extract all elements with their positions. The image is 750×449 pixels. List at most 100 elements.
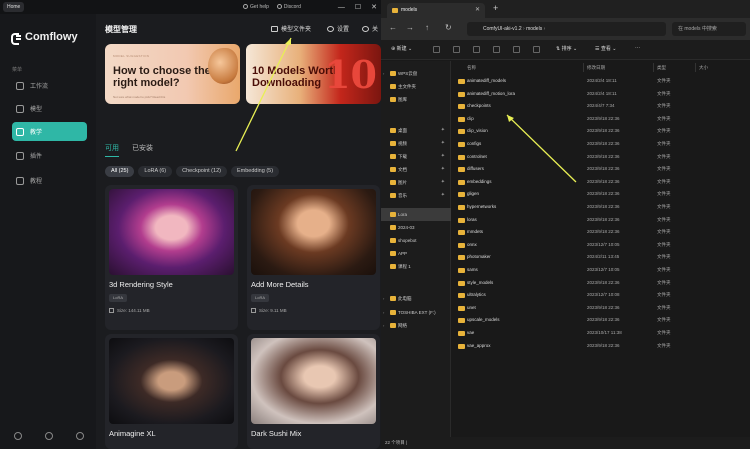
rename-icon[interactable] bbox=[493, 46, 500, 53]
close-tab-icon[interactable]: ✕ bbox=[475, 3, 480, 18]
expand-chevron-icon[interactable]: › bbox=[383, 319, 384, 332]
file-row[interactable]: configs 2023/9/18 22:36 文件夹 bbox=[452, 138, 750, 151]
breadcrumb-segment[interactable]: models bbox=[526, 26, 542, 32]
search-input[interactable]: 在 models 中搜索 bbox=[672, 22, 746, 36]
file-row[interactable]: sams 2023/12/7 10:05 文件夹 bbox=[452, 264, 750, 277]
column-separator[interactable] bbox=[653, 63, 654, 72]
file-row[interactable]: diffusers 2023/9/18 22:36 文件夹 bbox=[452, 163, 750, 176]
file-row[interactable]: loras 2023/9/18 22:36 文件夹 bbox=[452, 214, 750, 227]
file-row[interactable]: embeddings 2023/9/18 22:36 文件夹 bbox=[452, 176, 750, 189]
nav-item[interactable]: shopebot bbox=[381, 234, 451, 247]
nav-item[interactable]: 2024-03 bbox=[381, 221, 451, 234]
nav-item[interactable]: › 此电脑 bbox=[381, 292, 451, 305]
file-row[interactable]: clip 2023/9/18 22:36 文件夹 bbox=[452, 113, 750, 126]
model-card[interactable]: Animagine XL bbox=[105, 334, 238, 449]
discord-link[interactable]: Discord bbox=[276, 4, 301, 10]
filter-all[interactable]: All (25) bbox=[105, 166, 135, 177]
language-icon[interactable] bbox=[45, 432, 53, 440]
sidebar-item-models[interactable]: 模型 bbox=[12, 99, 87, 118]
column-header-size[interactable]: 大小 bbox=[699, 65, 708, 71]
file-row[interactable]: clip_vision 2023/9/18 22:36 文件夹 bbox=[452, 125, 750, 138]
app-tab[interactable]: Home bbox=[3, 2, 25, 12]
expand-chevron-icon[interactable]: › bbox=[383, 292, 384, 305]
nav-item[interactable]: 主文件夹 bbox=[381, 80, 451, 93]
file-row[interactable]: gligen 2023/9/18 22:36 文件夹 bbox=[452, 188, 750, 201]
maximize-icon[interactable]: ☐ bbox=[355, 3, 361, 11]
banner-choose-model[interactable]: MODEL SUGGESTION How to choose the right… bbox=[105, 44, 240, 104]
file-row[interactable]: upscale_models 2023/9/18 22:36 文件夹 bbox=[452, 314, 750, 327]
up-icon[interactable]: ↑ bbox=[425, 23, 429, 32]
column-separator[interactable] bbox=[695, 63, 696, 72]
sidebar-item-tutorial[interactable]: 教学 bbox=[12, 122, 87, 141]
nav-item[interactable]: › 网络 bbox=[381, 319, 451, 332]
expand-chevron-icon[interactable]: › bbox=[383, 67, 384, 80]
view-button[interactable]: ☰ 查看 ⌄ bbox=[595, 45, 616, 52]
new-button[interactable]: ⊕ 新建 ⌄ bbox=[391, 45, 412, 52]
column-separator[interactable] bbox=[583, 63, 584, 72]
file-row[interactable]: mmdets 2023/9/18 22:36 文件夹 bbox=[452, 226, 750, 239]
model-card[interactable]: Add More Details LoRA Size: 9.11 MB bbox=[247, 185, 380, 330]
filter-embedding[interactable]: Embedding (5) bbox=[230, 166, 280, 177]
address-bar[interactable]: ComfyUI-aki-v1.2 › models › bbox=[467, 22, 666, 36]
back-icon[interactable]: ← bbox=[389, 23, 397, 32]
expand-chevron-icon[interactable]: › bbox=[383, 306, 384, 319]
file-row[interactable]: ultralytics 2023/12/7 10:08 文件夹 bbox=[452, 289, 750, 302]
paste-icon[interactable] bbox=[473, 46, 480, 53]
file-row[interactable]: vae 2023/10/17 11:38 文件夹 bbox=[452, 327, 750, 340]
forward-icon[interactable]: → bbox=[406, 23, 414, 32]
file-row[interactable]: unet 2023/9/18 22:36 文件夹 bbox=[452, 302, 750, 315]
banner-models-worth-downloading[interactable]: 10 Models Worth Downloading 10 bbox=[246, 44, 381, 104]
sidebar-item-workflows[interactable]: 工作流 bbox=[12, 76, 87, 95]
file-row[interactable]: checkpoints 2024/4/7 7:34 文件夹 bbox=[452, 100, 750, 113]
notification-icon[interactable] bbox=[76, 432, 84, 440]
column-header-date[interactable]: 修改日期 bbox=[587, 65, 605, 71]
nav-item[interactable]: 图库 bbox=[381, 93, 451, 106]
sort-button[interactable]: ⇅ 排序 ⌄ bbox=[556, 45, 577, 52]
get-help-link[interactable]: Get help bbox=[243, 4, 269, 10]
nav-item[interactable]: 文档 ✦ bbox=[381, 163, 451, 176]
column-header-name[interactable]: 名称 bbox=[467, 65, 476, 71]
close-button[interactable]: 关 bbox=[362, 24, 378, 33]
tab-available[interactable]: 可用 bbox=[105, 143, 119, 157]
settings-button[interactable]: 设置 bbox=[327, 24, 349, 33]
file-row[interactable]: controlnet 2023/9/18 22:36 文件夹 bbox=[452, 151, 750, 164]
minimize-icon[interactable]: — bbox=[338, 4, 345, 11]
model-card[interactable]: 3d Rendering Style LoRA Size: 144.11 MB bbox=[105, 185, 238, 330]
explorer-tab[interactable]: models ✕ bbox=[387, 3, 485, 18]
nav-item[interactable]: 图片 ✦ bbox=[381, 176, 451, 189]
file-row[interactable]: vae_approx 2023/9/18 22:36 文件夹 bbox=[452, 340, 750, 353]
nav-item[interactable]: 桌面 ✦ bbox=[381, 124, 451, 137]
nav-item[interactable]: 音乐 ✦ bbox=[381, 189, 451, 202]
sidebar-item-lessons[interactable]: 教程 bbox=[12, 171, 87, 190]
model-folder-button[interactable]: 模型文件夹 bbox=[271, 24, 311, 33]
nav-item[interactable]: 下载 ✦ bbox=[381, 150, 451, 163]
file-row[interactable]: onnx 2023/12/7 10:05 文件夹 bbox=[452, 239, 750, 252]
file-row[interactable]: animatediff_models 2024/2/4 18:11 文件夹 bbox=[452, 75, 750, 88]
column-header-type[interactable]: 类型 bbox=[657, 65, 666, 71]
tab-installed[interactable]: 已安装 bbox=[132, 143, 153, 157]
copy-icon[interactable] bbox=[453, 46, 460, 53]
close-icon[interactable]: ✕ bbox=[371, 3, 377, 11]
more-options-icon[interactable]: ··· bbox=[635, 45, 640, 51]
file-row[interactable]: animatediff_motion_lora 2024/2/4 18:11 文件夹 bbox=[452, 88, 750, 101]
filter-checkpoint[interactable]: Checkpoint (12) bbox=[176, 166, 227, 177]
sidebar-item-plugins[interactable]: 插件 bbox=[12, 146, 87, 165]
nav-item[interactable]: › WPS云盘 bbox=[381, 67, 451, 80]
filter-lora[interactable]: LoRA (6) bbox=[138, 166, 173, 177]
nav-item[interactable]: › TOSHIBA EXT (F:) bbox=[381, 306, 451, 319]
nav-item[interactable]: 视频 ✦ bbox=[381, 137, 451, 150]
nav-item[interactable]: 课程 1 bbox=[381, 260, 451, 273]
nav-item[interactable]: APP bbox=[381, 247, 451, 260]
breadcrumb-segment[interactable]: ComfyUI-aki-v1.2 bbox=[483, 26, 522, 32]
nav-item[interactable]: Lora bbox=[381, 208, 451, 221]
file-row[interactable]: style_models 2023/9/18 22:36 文件夹 bbox=[452, 277, 750, 290]
delete-icon[interactable] bbox=[533, 46, 540, 53]
cut-icon[interactable] bbox=[433, 46, 440, 53]
share-icon[interactable] bbox=[513, 46, 520, 53]
file-row[interactable]: photomaker 2024/2/11 13:45 文件夹 bbox=[452, 251, 750, 264]
file-row[interactable]: hypernetworks 2023/9/18 22:36 文件夹 bbox=[452, 201, 750, 214]
model-card[interactable]: Dark Sushi Mix bbox=[247, 334, 380, 449]
refresh-icon[interactable]: ↻ bbox=[445, 23, 452, 32]
new-tab-button[interactable]: + bbox=[493, 3, 498, 13]
settings-icon[interactable] bbox=[14, 432, 22, 440]
